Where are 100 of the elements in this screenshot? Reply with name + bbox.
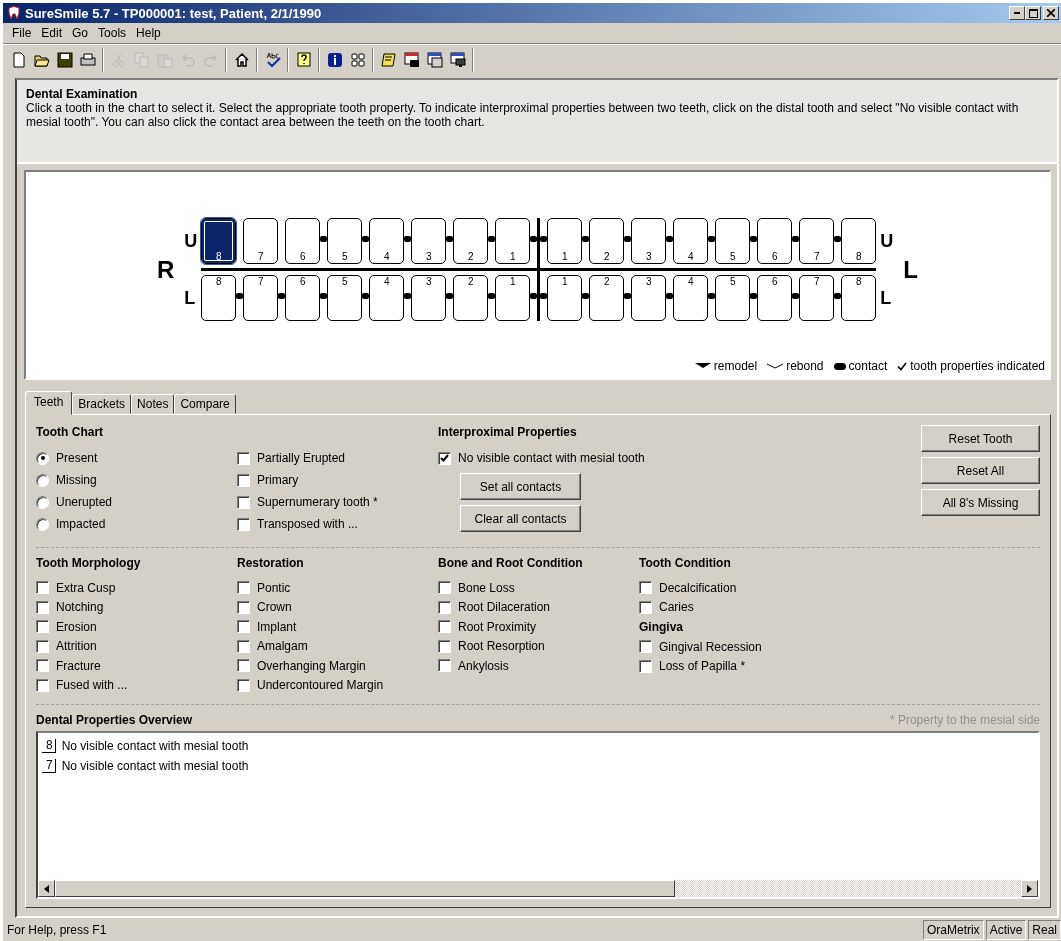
contact-mark[interactable] [750, 236, 758, 242]
contact-mark[interactable] [404, 236, 412, 242]
tooth[interactable]: 4 [369, 218, 405, 264]
radio-button[interactable] [36, 451, 49, 465]
tooth[interactable]: 4 [673, 275, 709, 321]
tab[interactable]: Teeth [25, 391, 73, 415]
contacts-button[interactable]: Set all contacts [460, 473, 581, 500]
contact-mark[interactable] [488, 236, 496, 242]
tooth[interactable]: 8 [841, 218, 877, 264]
contact-mark[interactable] [236, 293, 244, 299]
contact-mark[interactable] [362, 236, 370, 242]
reset-button[interactable]: Reset Tooth [921, 425, 1040, 452]
tooth[interactable]: 4 [673, 218, 709, 264]
menu-item[interactable]: Edit [36, 24, 68, 42]
maximize-button[interactable] [1025, 6, 1041, 20]
checkbox[interactable] [438, 600, 451, 614]
contact-mark[interactable] [278, 293, 286, 299]
menu-item[interactable]: Help [131, 24, 166, 42]
close-button[interactable] [1043, 6, 1059, 20]
checkbox[interactable] [639, 581, 652, 595]
tooth[interactable]: 6 [285, 218, 321, 264]
contact-mark[interactable] [750, 293, 758, 299]
tooth[interactable]: 1 [547, 218, 583, 264]
checkbox[interactable] [36, 639, 49, 653]
tooth[interactable]: 7 [799, 275, 835, 321]
contact-mark[interactable] [708, 236, 716, 242]
menu-item[interactable]: Tools [93, 24, 132, 42]
reset-button[interactable]: All 8's Missing [921, 489, 1040, 516]
tooth[interactable]: 1 [495, 218, 531, 264]
scroll-left-icon[interactable] [44, 884, 49, 893]
contact-mark[interactable] [834, 236, 842, 242]
checkbox[interactable] [639, 640, 652, 654]
tooth[interactable]: 3 [411, 218, 447, 264]
menu-item[interactable]: File [7, 24, 37, 42]
contact-mark[interactable] [666, 293, 674, 299]
contact-mark[interactable] [540, 236, 548, 242]
contact-mark[interactable] [582, 236, 590, 242]
checkbox[interactable] [438, 451, 451, 465]
checkbox[interactable] [237, 639, 250, 653]
horizontal-scrollbar[interactable] [38, 880, 1038, 897]
checkbox[interactable] [438, 581, 451, 595]
tooth[interactable]: 1 [495, 275, 531, 321]
contact-mark[interactable] [792, 236, 800, 242]
tooth[interactable]: 5 [715, 218, 751, 264]
tooth[interactable]: 6 [757, 218, 793, 264]
contact-mark[interactable] [488, 293, 496, 299]
checkbox[interactable] [639, 600, 652, 614]
tooth[interactable]: 5 [327, 275, 363, 321]
contact-mark[interactable] [446, 236, 454, 242]
contact-mark[interactable] [666, 236, 674, 242]
menu-item[interactable]: Go [67, 24, 94, 42]
tab[interactable]: Brackets [72, 394, 132, 414]
contact-mark[interactable] [530, 236, 538, 242]
checkbox[interactable] [237, 473, 250, 487]
tooth[interactable]: 8 [201, 275, 237, 321]
checkbox[interactable] [36, 600, 49, 614]
reset-button[interactable]: Reset All [921, 457, 1040, 484]
contact-mark[interactable] [624, 236, 632, 242]
checkbox[interactable] [237, 678, 250, 692]
minimize-button[interactable] [1009, 6, 1025, 20]
checkbox[interactable] [237, 620, 250, 634]
tooth[interactable]: 8 [201, 218, 237, 264]
scroll-right-icon[interactable] [1027, 884, 1032, 893]
checkbox[interactable] [237, 451, 250, 465]
tooth[interactable]: 2 [453, 275, 489, 321]
checkbox[interactable] [237, 581, 250, 595]
checkbox[interactable] [36, 620, 49, 634]
contact-mark[interactable] [708, 293, 716, 299]
contact-mark[interactable] [362, 293, 370, 299]
contact-mark[interactable] [792, 293, 800, 299]
tooth[interactable]: 6 [285, 275, 321, 321]
contact-mark[interactable] [540, 293, 548, 299]
tooth[interactable]: 8 [841, 275, 877, 321]
contact-mark[interactable] [582, 293, 590, 299]
contact-mark[interactable] [446, 293, 454, 299]
tooth[interactable]: 2 [453, 218, 489, 264]
checkbox[interactable] [36, 659, 49, 673]
checkbox[interactable] [639, 659, 652, 673]
contact-mark[interactable] [530, 293, 538, 299]
tab[interactable]: Compare [174, 394, 236, 414]
checkbox[interactable] [237, 517, 250, 531]
contact-mark[interactable] [834, 293, 842, 299]
tooth[interactable]: 3 [631, 275, 667, 321]
tooth[interactable]: 4 [369, 275, 405, 321]
radio-button[interactable] [36, 495, 49, 509]
tooth[interactable]: 6 [757, 275, 793, 321]
checkbox[interactable] [237, 659, 250, 673]
tooth[interactable]: 1 [547, 275, 583, 321]
tooth[interactable]: 3 [411, 275, 447, 321]
tooth[interactable]: 2 [589, 218, 625, 264]
checkbox[interactable] [36, 581, 49, 595]
checkbox[interactable] [36, 678, 49, 692]
checkbox[interactable] [237, 495, 250, 509]
tooth[interactable]: 5 [715, 275, 751, 321]
tab[interactable]: Notes [131, 394, 175, 414]
tooth[interactable]: 7 [243, 218, 279, 264]
checkbox[interactable] [438, 639, 451, 653]
tooth[interactable]: 3 [631, 218, 667, 264]
checkbox[interactable] [438, 659, 451, 673]
contact-mark[interactable] [404, 293, 412, 299]
